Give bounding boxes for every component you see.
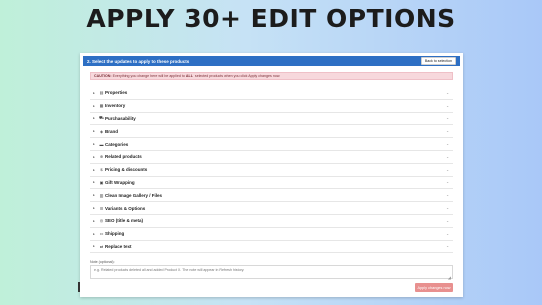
section-label: Variants & Options (105, 205, 146, 211)
truck-icon: ▭ (99, 231, 104, 237)
chevron-down-icon: ⌄ (446, 129, 449, 134)
section-clean-image-gallery[interactable]: ▸ ▥ Clean Image Gallery / Files ⌄ (90, 189, 453, 203)
caret-right-icon: ▸ (93, 244, 95, 249)
section-label: Purchasability (105, 115, 136, 121)
link-icon: ⊕ (99, 154, 104, 160)
chevron-down-icon: ⌄ (446, 142, 449, 147)
edit-options-list: ▸ ▤ Properties ⌄ ▸ ▦ Inventory ⌄ ▸ ⛟ Purchasabil… (90, 87, 453, 254)
section-inventory[interactable]: ▸ ▦ Inventory ⌄ (90, 100, 453, 113)
section-label: Categories (105, 141, 129, 147)
caret-right-icon: ▸ (93, 180, 95, 185)
section-properties[interactable]: ▸ ▤ Properties ⌄ (90, 87, 453, 100)
caret-right-icon: ▸ (93, 142, 95, 147)
chevron-down-icon: ⌄ (446, 103, 449, 108)
caret-right-icon: ▸ (93, 154, 95, 159)
caution-emphasis: ALL (185, 74, 193, 78)
trash-icon: ▥ (99, 192, 104, 198)
box-icon: ▦ (99, 103, 104, 109)
chevron-down-icon: ⌄ (446, 180, 449, 185)
caret-right-icon: ▸ (93, 206, 95, 211)
notes-field[interactable] (90, 265, 453, 279)
caution-banner: CAUTION: Everything you change here will… (90, 72, 453, 80)
section-shipping[interactable]: ▸ ▭ Shipping ⌄ (90, 228, 453, 241)
section-pricing-discounts[interactable]: ▸ $ Pricing & discounts ⌄ (90, 164, 453, 177)
notes-label: Note (optional): (90, 260, 115, 264)
apply-changes-button[interactable]: Apply changes now (415, 283, 453, 292)
section-label: SEO (title & meta) (105, 218, 144, 224)
dollar-icon: $ (100, 167, 103, 173)
scroll-edge (78, 282, 80, 292)
caution-text-before: Everything you change here will be appli… (112, 74, 185, 78)
headline: APPLY 30+ EDIT OPTIONS (86, 4, 456, 33)
caret-right-icon: ▸ (93, 103, 95, 108)
section-label: Inventory (105, 103, 126, 109)
chevron-down-icon: ⌄ (446, 90, 449, 95)
bulk-edit-panel: 2. Select the updates to apply to these … (80, 53, 463, 297)
document-icon: ▤ (99, 90, 104, 96)
chevron-down-icon: ⌄ (446, 231, 449, 236)
caret-right-icon: ▸ (93, 90, 95, 95)
section-label: Related products (105, 154, 142, 160)
caret-right-icon: ▸ (93, 167, 95, 172)
chevron-down-icon: ⌄ (446, 116, 449, 121)
replace-icon: ⇄ (99, 243, 104, 249)
panel-header: 2. Select the updates to apply to these … (83, 56, 460, 66)
section-replace-text[interactable]: ▸ ⇄ Replace text ⌄ (90, 241, 453, 254)
section-label: Replace text (105, 243, 132, 249)
folder-icon: ▬ (99, 141, 104, 147)
section-label: Pricing & discounts (105, 167, 148, 173)
chevron-down-icon: ⌄ (446, 167, 449, 172)
caret-right-icon: ▸ (93, 116, 95, 121)
caution-prefix: CAUTION: (94, 74, 112, 78)
caret-right-icon: ▸ (93, 129, 95, 134)
chevron-down-icon: ⌄ (446, 154, 449, 159)
chevron-down-icon: ⌄ (446, 206, 449, 211)
tag-icon: ◈ (99, 128, 104, 134)
cart-icon: ⛟ (98, 115, 105, 121)
globe-icon: ◎ (99, 218, 104, 224)
resize-handle-icon[interactable]: ◢ (448, 275, 451, 280)
chevron-down-icon: ⌄ (446, 244, 449, 249)
list-icon: ☰ (99, 205, 104, 211)
section-categories[interactable]: ▸ ▬ Categories ⌄ (90, 138, 453, 151)
section-related-products[interactable]: ▸ ⊕ Related products ⌄ (90, 151, 453, 164)
caret-right-icon: ▸ (93, 218, 95, 223)
gift-icon: ▣ (99, 179, 104, 185)
caret-right-icon: ▸ (93, 231, 95, 236)
chevron-down-icon: ⌄ (446, 193, 449, 198)
caret-right-icon: ▸ (93, 193, 95, 198)
section-label: Shipping (105, 231, 125, 237)
section-gift-wrapping[interactable]: ▸ ▣ Gift Wrapping ⌄ (90, 177, 453, 190)
section-label: Properties (105, 90, 128, 96)
section-label: Brand (105, 128, 119, 134)
section-variants-options[interactable]: ▸ ☰ Variants & Options ⌄ (90, 202, 453, 215)
section-seo[interactable]: ▸ ◎ SEO (title & meta) ⌄ (90, 215, 453, 228)
section-label: Gift Wrapping (105, 179, 135, 185)
section-brand[interactable]: ▸ ◈ Brand ⌄ (90, 125, 453, 139)
panel-title: 2. Select the updates to apply to these … (87, 58, 190, 64)
section-label: Clean Image Gallery / Files (105, 192, 163, 198)
section-purchasability[interactable]: ▸ ⛟ Purchasability ⌄ (90, 113, 453, 126)
chevron-down-icon: ⌄ (446, 218, 449, 223)
caution-text-after: selected products when you click Apply c… (194, 74, 281, 78)
back-to-selection-button[interactable]: Back to selection (420, 57, 456, 65)
